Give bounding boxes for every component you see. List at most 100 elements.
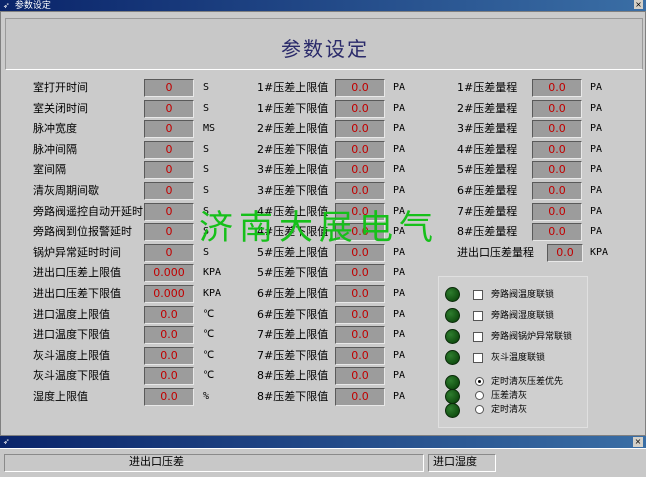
param-label: 6#压差上限值 <box>257 287 329 300</box>
param-unit: PA <box>393 102 406 114</box>
param-label: 灰斗温度下限值 <box>33 369 110 383</box>
param-value-input[interactable]: 0.0 <box>532 202 582 221</box>
param-label: 1#压差上限值 <box>257 81 329 94</box>
param-unit: PA <box>590 226 603 238</box>
param-unit: S <box>203 143 210 155</box>
param-label: 3#压差量程 <box>457 122 518 136</box>
param-label: 5#压差下限值 <box>257 266 329 280</box>
param-value-input[interactable]: 0 <box>144 223 194 242</box>
param-value-input[interactable]: 0.0 <box>335 346 385 365</box>
param-label: 脉冲宽度 <box>33 122 77 136</box>
param-unit: MS <box>203 123 216 135</box>
param-value-input[interactable]: 0.0 <box>335 99 385 118</box>
interlock-label: 灰斗温度联锁 <box>491 353 546 363</box>
param-label: 旁路阀到位报警延时 <box>33 225 132 239</box>
param-unit: ℃ <box>203 308 215 320</box>
param-value-input[interactable]: 0.0 <box>335 285 385 303</box>
param-value-input[interactable]: 0 <box>144 243 194 262</box>
param-value-input[interactable]: 0.0 <box>547 243 583 262</box>
param-unit: PA <box>393 82 406 93</box>
param-value-input[interactable]: 0 <box>144 202 194 221</box>
param-value-input[interactable]: 0.0 <box>532 99 582 118</box>
page-title: 参数设定 <box>281 37 369 61</box>
param-unit: KPA <box>203 267 222 279</box>
param-value-input[interactable]: 0 <box>144 161 194 180</box>
bottom-titlebar: ➶ × <box>0 436 646 448</box>
param-value-input[interactable]: 0.0 <box>335 305 385 324</box>
inlet-humidity-label: 进口湿度 <box>433 455 477 468</box>
param-value-input[interactable]: 0 <box>144 182 194 200</box>
status-lamp <box>445 329 460 344</box>
interlock-checkbox[interactable] <box>473 353 483 363</box>
param-unit: KPA <box>590 246 609 258</box>
close-icon[interactable]: × <box>634 0 643 9</box>
close-icon[interactable]: × <box>633 437 643 447</box>
param-value-input[interactable]: 0.0 <box>335 182 385 200</box>
param-label: 6#压差量程 <box>457 184 518 197</box>
param-label: 4#压差量程 <box>457 142 518 156</box>
param-value-input[interactable]: 0.0 <box>335 140 385 159</box>
clean-mode-label: 压差清灰 <box>491 391 528 401</box>
param-label: 3#压差下限值 <box>257 184 329 197</box>
param-label: 进出口压差下限值 <box>33 287 121 300</box>
param-value-input[interactable]: 0.0 <box>144 326 194 345</box>
param-label: 8#压差下限值 <box>257 390 329 403</box>
param-value-input[interactable]: 0 <box>144 140 194 159</box>
param-value-input[interactable]: 0.0 <box>532 140 582 159</box>
param-label: 5#压差量程 <box>457 163 518 177</box>
param-value-input[interactable]: 0.0 <box>532 182 582 200</box>
param-value-input[interactable]: 0.0 <box>532 223 582 242</box>
param-label: 1#压差量程 <box>457 81 518 94</box>
param-value-input[interactable]: 0.0 <box>144 305 194 324</box>
pressure-diff-field: 进出口压差 <box>4 454 424 472</box>
param-unit: PA <box>393 288 406 299</box>
param-unit: PA <box>393 185 406 196</box>
param-value-input[interactable]: 0.0 <box>532 161 582 180</box>
param-value-input[interactable]: 0.0 <box>532 79 582 97</box>
param-unit: PA <box>393 123 406 135</box>
interlock-panel: 旁路阀温度联锁 旁路阀湿度联锁 旁路阀锅炉异常联锁 灰斗温度联锁 定时清灰压差优先 压差清… <box>438 276 588 428</box>
param-value-input[interactable]: 0 <box>144 99 194 118</box>
clean-mode-radio[interactable] <box>475 377 484 386</box>
param-label: 进出口压差上限值 <box>33 266 121 280</box>
param-value-input[interactable]: 0.0 <box>532 120 582 139</box>
clean-mode-radio[interactable] <box>475 405 484 414</box>
param-value-input[interactable]: 0.000 <box>144 285 194 303</box>
param-value-input[interactable]: 0.0 <box>335 264 385 283</box>
param-label: 2#压差下限值 <box>257 142 329 156</box>
pressure-diff-label: 进出口压差 <box>129 455 184 468</box>
interlock-checkbox[interactable] <box>473 290 483 300</box>
param-label: 1#压差下限值 <box>257 101 329 115</box>
interlock-label: 旁路阀湿度联锁 <box>491 311 555 321</box>
param-value-input[interactable]: 0.0 <box>335 120 385 139</box>
clean-mode-radio[interactable] <box>475 391 484 400</box>
param-value-input[interactable]: 0.0 <box>335 388 385 406</box>
param-label: 锅炉异常延时时间 <box>33 245 121 259</box>
bottom-status-bar: 进出口压差 进口湿度 <box>0 448 646 477</box>
param-value-input[interactable]: 0.0 <box>335 326 385 345</box>
param-value-input[interactable]: 0.0 <box>144 388 194 406</box>
interlock-checkbox[interactable] <box>473 311 483 321</box>
param-label: 8#压差上限值 <box>257 369 329 383</box>
param-value-input[interactable]: 0.0 <box>144 367 194 386</box>
param-value-input[interactable]: 0.0 <box>144 346 194 365</box>
param-value-input[interactable]: 0 <box>144 79 194 97</box>
param-label: 6#压差下限值 <box>257 307 329 321</box>
param-unit: ℃ <box>203 329 215 341</box>
param-label: 7#压差上限值 <box>257 328 329 342</box>
param-label: 进出口压差量程 <box>457 245 534 259</box>
param-label: 8#压差量程 <box>457 225 518 239</box>
interlock-checkbox[interactable] <box>473 332 483 342</box>
param-value-input[interactable]: 0.0 <box>335 79 385 97</box>
param-unit: PA <box>393 329 406 341</box>
param-value-input[interactable]: 0.0 <box>335 161 385 180</box>
param-value-input[interactable]: 0 <box>144 120 194 139</box>
param-label: 室间隔 <box>33 163 66 177</box>
param-unit: PA <box>590 143 603 155</box>
param-label: 进口温度上限值 <box>33 307 110 321</box>
param-value-input[interactable]: 0.0 <box>335 367 385 386</box>
inlet-humidity-field: 进口湿度 <box>428 454 496 472</box>
param-unit: % <box>203 391 210 402</box>
param-value-input[interactable]: 0.000 <box>144 264 194 283</box>
param-label: 2#压差上限值 <box>257 122 329 136</box>
